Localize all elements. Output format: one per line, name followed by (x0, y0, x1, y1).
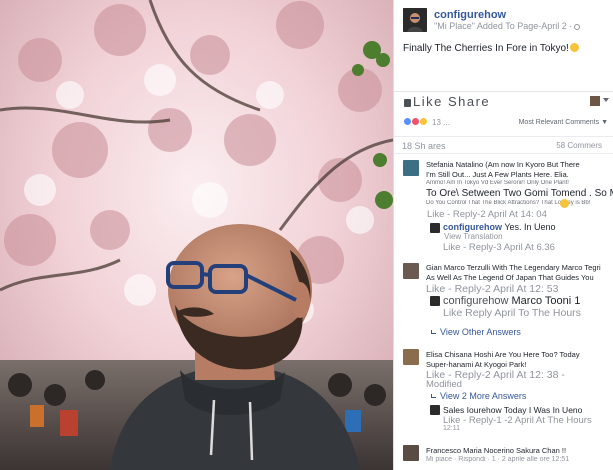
reply-avatar[interactable] (430, 223, 440, 233)
smile-emoji-icon (560, 199, 569, 208)
post-stats: 18 Sh ares 58 Commers (394, 136, 613, 154)
reply-author-name[interactable]: configurehow (443, 295, 508, 307)
reply-arrow-icon (431, 330, 436, 334)
comment-text-line: I'm Still Out... Just A Few Plants Here.… (426, 170, 569, 179)
shares-count[interactable]: 18 Sh ares (402, 141, 446, 151)
commenter-avatar[interactable] (403, 445, 419, 461)
comment-text-line: To Ore\ Setween Two Gomi Tomend . So Me (426, 188, 613, 199)
like-share-label: Like Share (413, 94, 491, 109)
reply-content: Marco Tooni 1 (511, 295, 581, 307)
comment-time: 12:11 (443, 425, 460, 432)
wow-reaction-icon[interactable] (419, 117, 428, 126)
commenter-avatar[interactable] (403, 263, 419, 279)
thumb-up-icon (404, 99, 411, 107)
reactions-bar: 13 ... Most Relevant Comments ▼ (394, 113, 613, 133)
cherry-blossom-photo (0, 0, 393, 470)
reply-avatar[interactable] (430, 296, 440, 306)
post-subline: "Mi Place" Added To Page-April 2 · (434, 21, 581, 31)
comment-meta[interactable]: Like - Reply-2 April At 14: 04 (427, 209, 547, 220)
post-actions-bar: Like Share (394, 91, 613, 109)
share-as-avatar[interactable] (590, 96, 600, 106)
view-other-answers-label: View Other Answers (440, 327, 521, 337)
comment-sort-dropdown[interactable]: Most Relevant Comments ▼ (519, 119, 608, 126)
reply-text: Sales Iourehow Today I Was In Ueno (443, 405, 583, 415)
comment-text-line: Gian Marco Terzulli With The Legendary M… (426, 263, 601, 272)
comment-text-line: Francesco Maria Nocerino Sakura Chan !! (426, 446, 567, 455)
like-share-button[interactable]: Like Share (404, 94, 490, 109)
commenter-avatar[interactable] (403, 160, 419, 176)
smile-emoji-icon (569, 43, 579, 52)
view-other-answers-link[interactable]: View Other Answers (431, 327, 521, 337)
chevron-down-icon[interactable] (603, 98, 609, 102)
comment-text-line: Ammo! Am In Tokyo Vd Ever Seronir! Only … (426, 180, 569, 186)
comment-text-line: Elisa Chisana Hoshi Are You Here Too? To… (426, 350, 580, 359)
post-header: configurehow "Mi Place" Added To Page-Ap… (403, 8, 608, 36)
comment-text-line: As Well As The Legend Of Japan That Guid… (426, 273, 594, 282)
globe-icon (574, 23, 581, 30)
comment-text-line: Stefania Natalino (Am now In Kyoro But T… (426, 160, 580, 169)
reply-content: Yes. In Ueno (504, 222, 556, 232)
author-avatar[interactable] (403, 8, 427, 32)
view-more-answers-link[interactable]: View 2 More Answers (431, 391, 526, 401)
view-translation-link[interactable]: View Translation (444, 232, 503, 241)
commenter-avatar[interactable] (403, 349, 419, 365)
reply-author-name[interactable]: configurehow (443, 222, 502, 232)
reaction-count[interactable]: 13 ... (432, 118, 450, 127)
comment-meta[interactable]: Like - Reply-2 April At 12: 53 (426, 283, 559, 295)
comment-text-line: Super-hanami At Kyogoi Park! (426, 360, 527, 369)
comments-count[interactable]: 58 Commers (556, 141, 602, 150)
view-more-answers-label: View 2 More Answers (440, 391, 527, 401)
comment-meta[interactable]: Like - Reply-3 April At 6.36 (443, 242, 555, 253)
post-subline-text: "Mi Place" Added To Page-April 2 · (434, 21, 573, 31)
comment-meta[interactable]: Like - Reply-1 -2 April At The Hours (443, 415, 592, 426)
comment-modified-label: Modified (426, 379, 462, 390)
reply-text: configurehow Marco Tooni 1 (443, 295, 580, 307)
post-text: Finally The Cherries In Fore in Tokyo! (403, 43, 579, 54)
reply-text: configurehow Yes. In Ueno (443, 222, 556, 232)
reply-arrow-icon (431, 394, 436, 398)
post-sidebar: configurehow "Mi Place" Added To Page-Ap… (393, 0, 613, 470)
reply-avatar[interactable] (430, 405, 440, 415)
post-text-content: Finally The Cherries In Fore in Tokyo! (403, 43, 569, 54)
comment-meta[interactable]: Mi piace · Rispondi · 1 · 2 aprile alle … (426, 456, 569, 463)
comment-meta[interactable]: Like Reply April To The Hours (443, 307, 581, 319)
post-photo[interactable] (0, 0, 393, 470)
author-name[interactable]: configurehow (434, 9, 506, 21)
